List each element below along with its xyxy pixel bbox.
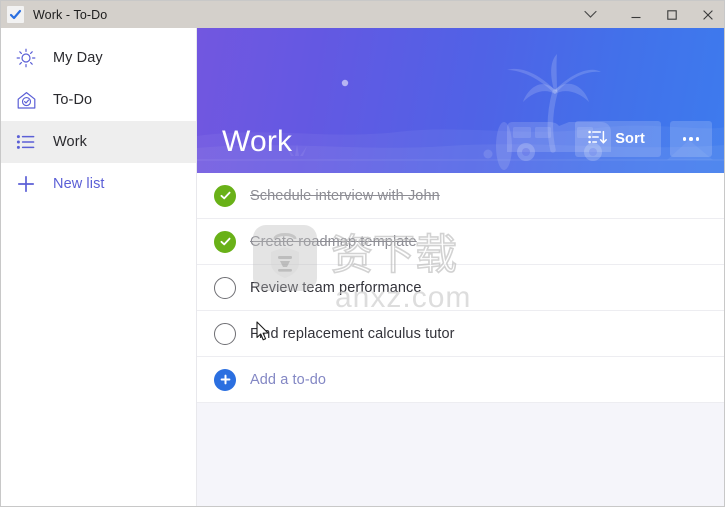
task-checkbox-checked[interactable] bbox=[214, 184, 236, 207]
sort-descending-icon bbox=[588, 129, 608, 150]
task-row[interactable]: Find replacement calculus tutor bbox=[197, 311, 724, 357]
sidebar-item-label: My Day bbox=[53, 50, 103, 66]
title-bar: Work - To-Do bbox=[1, 1, 724, 28]
app-icon bbox=[7, 6, 24, 23]
task-list: Schedule interview with John Create road… bbox=[197, 173, 724, 403]
task-row[interactable]: Create roadmap template bbox=[197, 219, 724, 265]
title-bar-left: Work - To-Do bbox=[1, 1, 570, 28]
minimize-icon bbox=[631, 16, 641, 18]
window-controls bbox=[570, 1, 724, 28]
main-pane: Work Sort Schedule interview with John C… bbox=[197, 28, 724, 506]
maximize-button[interactable] bbox=[654, 1, 690, 28]
page-title: Work bbox=[222, 125, 293, 158]
sidebar-item-label: Work bbox=[53, 134, 87, 150]
sun-icon bbox=[15, 47, 37, 69]
checkmark-icon bbox=[220, 237, 230, 246]
minimize-button[interactable] bbox=[618, 1, 654, 28]
list-empty-area bbox=[197, 403, 724, 506]
task-row[interactable]: Review team performance bbox=[197, 265, 724, 311]
task-row[interactable]: Schedule interview with John bbox=[197, 173, 724, 219]
sort-button-label: Sort bbox=[615, 131, 645, 147]
plus-icon bbox=[15, 173, 37, 195]
add-todo-row[interactable]: Add a to-do bbox=[197, 357, 724, 403]
plus-circle-icon bbox=[214, 368, 236, 391]
window-title: Work - To-Do bbox=[33, 7, 108, 22]
sidebar-item-work[interactable]: Work bbox=[1, 121, 196, 163]
home-check-icon bbox=[15, 89, 37, 111]
app-window: Work - To-Do My Day To-Do Work New list … bbox=[0, 0, 725, 507]
task-checkbox-unchecked[interactable] bbox=[214, 276, 236, 299]
task-title: Review team performance bbox=[250, 279, 422, 296]
maximize-icon bbox=[667, 9, 677, 20]
task-title: Find replacement calculus tutor bbox=[250, 325, 455, 342]
sidebar: My Day To-Do Work New list bbox=[1, 28, 197, 506]
list-header: Work Sort bbox=[197, 28, 724, 173]
sort-button[interactable]: Sort bbox=[575, 121, 661, 157]
ellipsis-icon bbox=[682, 137, 700, 141]
checkmark-icon bbox=[220, 191, 230, 200]
task-title: Schedule interview with John bbox=[250, 187, 440, 204]
sidebar-item-label: To-Do bbox=[53, 92, 93, 108]
checkmark-icon bbox=[9, 9, 22, 20]
sidebar-item-label: New list bbox=[53, 176, 105, 192]
close-button[interactable] bbox=[690, 1, 724, 28]
header-actions: Sort bbox=[575, 121, 712, 157]
close-icon bbox=[703, 9, 713, 20]
sidebar-item-new-list[interactable]: New list bbox=[1, 163, 196, 205]
add-todo-label: Add a to-do bbox=[250, 371, 327, 388]
sidebar-item-my-day[interactable]: My Day bbox=[1, 37, 196, 79]
task-checkbox-checked[interactable] bbox=[214, 230, 236, 253]
task-checkbox-unchecked[interactable] bbox=[214, 322, 236, 345]
sidebar-item-to-do[interactable]: To-Do bbox=[1, 79, 196, 121]
list-icon bbox=[15, 131, 37, 153]
more-options-button[interactable] bbox=[670, 121, 712, 157]
task-title: Create roadmap template bbox=[250, 233, 417, 250]
chevron-down-icon bbox=[583, 10, 597, 18]
chevron-down-button[interactable] bbox=[570, 1, 610, 28]
